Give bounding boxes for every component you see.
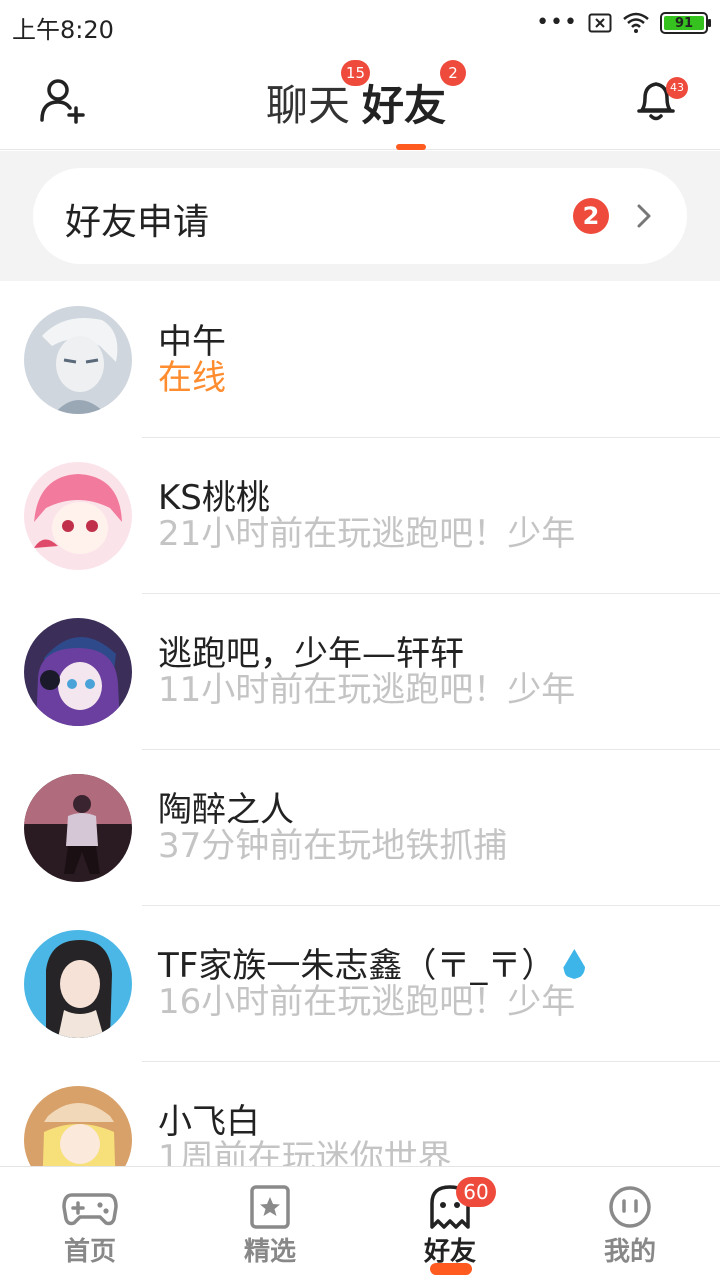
friend-name: TF家族一朱志鑫（〒_〒）: [158, 946, 586, 986]
battery-level: 91: [664, 16, 704, 31]
bottom-nav: 首页 精选 60 好友 我的: [0, 1166, 720, 1280]
friend-item[interactable]: KS桃桃 21小时前在玩逃跑吧！少年: [0, 438, 720, 594]
nav-me-label: 我的: [603, 1237, 656, 1267]
friend-item[interactable]: 逃跑吧，少年—轩轩 11小时前在玩逃跑吧！少年: [0, 594, 720, 750]
nav-me[interactable]: 我的: [540, 1167, 720, 1280]
wifi-icon: [623, 12, 649, 33]
status-icons: ••• 91: [536, 10, 711, 35]
tab-chat-label: 聊天: [266, 81, 351, 130]
friend-status: 11小时前在玩逃跑吧！少年: [158, 670, 576, 710]
notification-badge: 43: [666, 77, 688, 99]
nav-friends-badge: 60: [456, 1177, 496, 1207]
top-header: 聊天 15 好友 2 43: [0, 50, 720, 150]
friend-item[interactable]: TF家族一朱志鑫（〒_〒） 16小时前在玩逃跑吧！少年: [0, 906, 720, 1062]
friend-item[interactable]: 小飞白 1周前在玩迷你世界: [0, 1062, 720, 1166]
friend-status: 21小时前在玩逃跑吧！少年: [158, 514, 576, 554]
nav-active-indicator: [430, 1263, 472, 1275]
friend-request-button[interactable]: 好友申请 2: [33, 168, 687, 264]
friend-request-count: 2: [573, 198, 609, 234]
friend-status: 1周前在玩迷你世界: [158, 1138, 452, 1166]
friend-item[interactable]: 陶醉之人 37分钟前在玩地铁抓捕: [0, 750, 720, 906]
friend-name: 陶醉之人: [158, 790, 294, 830]
tab-chat[interactable]: 聊天 15: [266, 60, 371, 133]
more-dots-icon: •••: [536, 10, 578, 35]
friend-status: 37分钟前在玩地铁抓捕: [158, 826, 508, 866]
status-bar: 上午8:20 ••• 91: [0, 0, 720, 50]
nav-friends[interactable]: 60 好友: [360, 1167, 540, 1280]
avatar: [24, 1086, 132, 1166]
friend-request-label: 好友申请: [65, 202, 210, 243]
friend-request-area: 好友申请 2: [0, 151, 720, 281]
gamepad-icon: [62, 1193, 118, 1226]
water-drop-icon: [563, 949, 586, 979]
battery-icon: 91: [660, 12, 711, 34]
avatar: [24, 930, 132, 1038]
tab-friends[interactable]: 好友 2: [362, 60, 467, 133]
nav-home-label: 首页: [63, 1237, 116, 1267]
friend-status: 16小时前在玩逃跑吧！少年: [158, 982, 576, 1022]
friend-name: 中午: [158, 322, 226, 362]
friend-name: 小飞白: [158, 1102, 260, 1142]
nav-featured-label: 精选: [243, 1237, 296, 1267]
status-time: 上午8:20: [12, 16, 114, 44]
avatar: [24, 306, 132, 414]
friend-name: KS桃桃: [158, 478, 270, 518]
active-tab-indicator: [396, 144, 426, 150]
avatar: [24, 774, 132, 882]
friend-status: 在线: [158, 358, 226, 398]
nav-home[interactable]: 首页: [0, 1167, 180, 1280]
friend-name: 逃跑吧，少年—轩轩: [158, 634, 464, 674]
tab-friends-label: 好友: [362, 81, 447, 130]
friend-list: 中午 在线 KS桃桃 21小时前在玩逃跑吧！少年 逃跑吧，少年—轩轩 11小时前…: [0, 282, 720, 1166]
friend-item[interactable]: 中午 在线: [0, 282, 720, 438]
nav-featured[interactable]: 精选: [180, 1167, 360, 1280]
header-tabs: 聊天 15 好友 2: [0, 60, 720, 133]
face-icon: [609, 1186, 651, 1228]
tab-friends-badge: 2: [440, 60, 467, 86]
avatar: [24, 618, 132, 726]
friend-name-text: TF家族一朱志鑫（〒_〒）: [158, 946, 556, 986]
avatar: [24, 462, 132, 570]
sim-off-icon: [588, 13, 612, 33]
chevron-right-icon: [637, 204, 651, 228]
star-card-icon: [250, 1185, 290, 1229]
